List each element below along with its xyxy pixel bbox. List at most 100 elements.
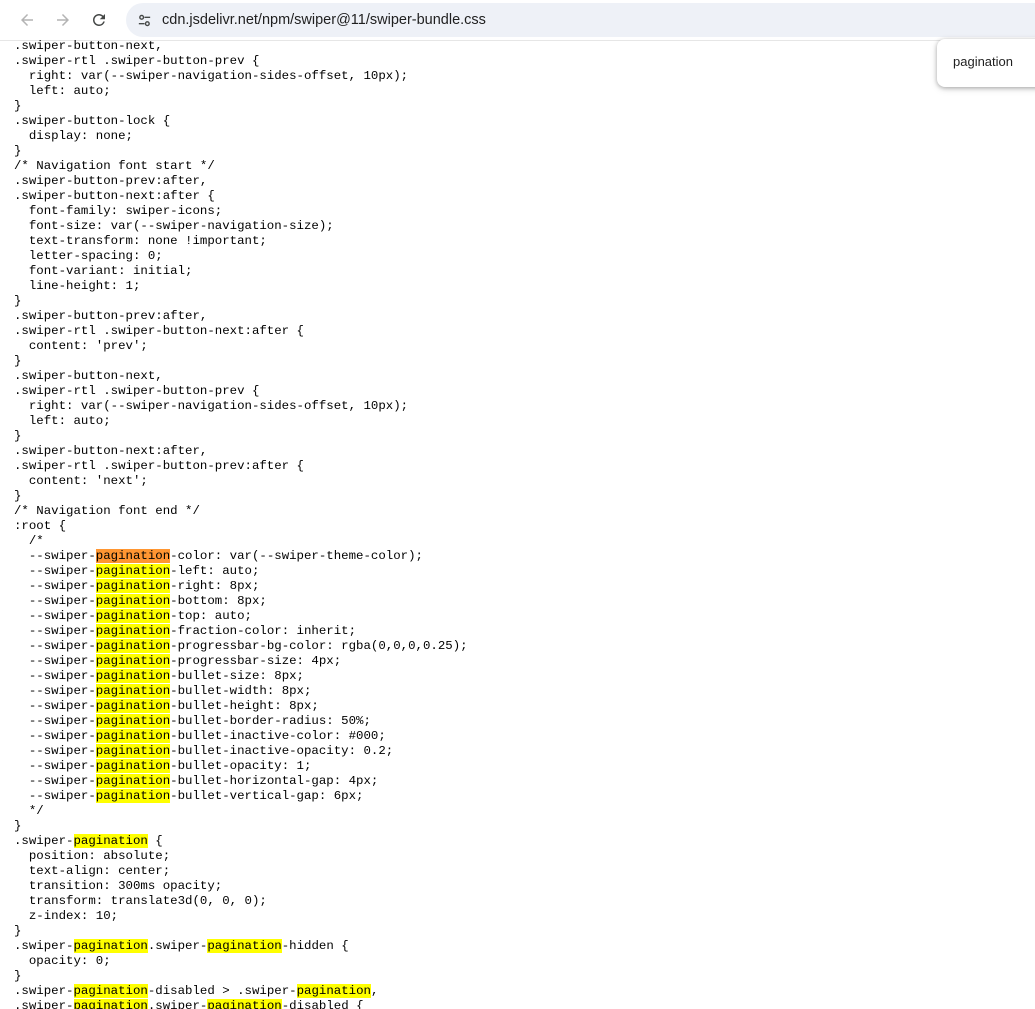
code-line: letter-spacing: 0; bbox=[14, 249, 468, 264]
code-text: -bullet-opacity: 1; bbox=[170, 759, 312, 773]
code-line: /* Navigation font start */ bbox=[14, 159, 468, 174]
code-text: } bbox=[14, 99, 22, 113]
code-text: .swiper-button-next:after, bbox=[14, 444, 208, 458]
code-text: left: auto; bbox=[14, 414, 111, 428]
code-text: .swiper-rtl .swiper-button-prev { bbox=[14, 384, 260, 398]
code-line: text-transform: none !important; bbox=[14, 234, 468, 249]
code-line: --swiper-pagination-progressbar-size: 4p… bbox=[14, 654, 468, 669]
search-match: pagination bbox=[95, 789, 171, 803]
code-text: -bullet-vertical-gap: 6px; bbox=[170, 789, 364, 803]
find-input[interactable]: pagination bbox=[953, 39, 1013, 85]
forward-button[interactable] bbox=[49, 6, 77, 34]
search-match: pagination bbox=[73, 939, 148, 953]
code-text: .swiper-button-next, bbox=[14, 369, 163, 383]
code-text: --swiper- bbox=[14, 714, 96, 728]
code-line: font-size: var(--swiper-navigation-size)… bbox=[14, 219, 468, 234]
code-text: transform: translate3d(0, 0, 0); bbox=[14, 894, 267, 908]
code-line: --swiper-pagination-bullet-inactive-opac… bbox=[14, 744, 468, 759]
code-text: --swiper- bbox=[14, 639, 96, 653]
code-text: --swiper- bbox=[14, 579, 96, 593]
code-text: .swiper-rtl .swiper-button-next:after { bbox=[14, 324, 304, 338]
code-text: .swiper- bbox=[14, 984, 74, 998]
code-text: line-height: 1; bbox=[14, 279, 141, 293]
code-text: -bullet-inactive-color: #000; bbox=[170, 729, 386, 743]
code-line: right: var(--swiper-navigation-sides-off… bbox=[14, 69, 468, 84]
code-line: transition: 300ms opacity; bbox=[14, 879, 468, 894]
code-text: transition: 300ms opacity; bbox=[14, 879, 223, 893]
search-match: pagination bbox=[95, 684, 171, 698]
code-line: .swiper-pagination.swiper-pagination-hid… bbox=[14, 939, 468, 954]
code-line: .swiper-pagination.swiper-pagination-dis… bbox=[14, 999, 468, 1009]
reload-button[interactable] bbox=[85, 6, 113, 34]
address-bar[interactable]: cdn.jsdelivr.net/npm/swiper@11/swiper-bu… bbox=[126, 3, 1035, 37]
code-line: .swiper-button-next:after { bbox=[14, 189, 468, 204]
code-text: .swiper-rtl .swiper-button-prev { bbox=[14, 54, 260, 68]
code-line: .swiper-button-next:after, bbox=[14, 444, 468, 459]
code-line: .swiper-pagination { bbox=[14, 834, 468, 849]
code-text: .swiper- bbox=[14, 939, 74, 953]
code-text: /* Navigation font end */ bbox=[14, 504, 200, 518]
code-line: --swiper-pagination-bullet-horizontal-ga… bbox=[14, 774, 468, 789]
code-text: .swiper- bbox=[147, 939, 208, 953]
code-text: --swiper- bbox=[14, 654, 96, 668]
code-text: text-align: center; bbox=[14, 864, 171, 878]
code-line: --swiper-pagination-bullet-height: 8px; bbox=[14, 699, 468, 714]
code-line: :root { bbox=[14, 519, 468, 534]
search-match: pagination bbox=[95, 594, 171, 608]
search-match: pagination bbox=[73, 984, 148, 998]
code-line: --swiper-pagination-bullet-opacity: 1; bbox=[14, 759, 468, 774]
code-text: right: var(--swiper-navigation-sides-off… bbox=[14, 399, 409, 413]
code-text: } bbox=[14, 819, 22, 833]
code-line: opacity: 0; bbox=[14, 954, 468, 969]
code-text: left: auto; bbox=[14, 84, 111, 98]
code-text: } bbox=[14, 489, 22, 503]
code-line: } bbox=[14, 294, 468, 309]
code-text: z-index: 10; bbox=[14, 909, 119, 923]
code-text: -bullet-inactive-opacity: 0.2; bbox=[170, 744, 394, 758]
code-text: .swiper- bbox=[147, 999, 208, 1009]
code-line: --swiper-pagination-bullet-width: 8px; bbox=[14, 684, 468, 699]
browser-toolbar: cdn.jsdelivr.net/npm/swiper@11/swiper-bu… bbox=[0, 0, 1035, 41]
code-line: } bbox=[14, 144, 468, 159]
code-line: } bbox=[14, 354, 468, 369]
code-line: .swiper-button-next, bbox=[14, 40, 468, 54]
code-line: content: 'prev'; bbox=[14, 339, 468, 354]
code-line: --swiper-pagination-right: 8px; bbox=[14, 579, 468, 594]
code-text: .swiper-button-lock { bbox=[14, 114, 171, 128]
code-line: .swiper-rtl .swiper-button-prev { bbox=[14, 54, 468, 69]
code-text: -hidden { bbox=[281, 939, 349, 953]
search-match: pagination bbox=[95, 579, 171, 593]
code-line: } bbox=[14, 924, 468, 939]
url-text[interactable]: cdn.jsdelivr.net/npm/swiper@11/swiper-bu… bbox=[162, 3, 486, 37]
code-line: position: absolute; bbox=[14, 849, 468, 864]
code-text: .swiper-button-prev:after, bbox=[14, 174, 208, 188]
code-text: -bullet-border-radius: 50%; bbox=[170, 714, 371, 728]
site-info-button[interactable] bbox=[132, 8, 156, 32]
code-line: .swiper-rtl .swiper-button-prev:after { bbox=[14, 459, 468, 474]
search-match: pagination bbox=[95, 669, 171, 683]
code-line: line-height: 1; bbox=[14, 279, 468, 294]
code-text: letter-spacing: 0; bbox=[14, 249, 163, 263]
find-in-page-bar: pagination bbox=[937, 39, 1035, 87]
search-match: pagination bbox=[95, 699, 171, 713]
code-line: font-family: swiper-icons; bbox=[14, 204, 468, 219]
code-text: content: 'prev'; bbox=[14, 339, 148, 353]
code-line: } bbox=[14, 429, 468, 444]
code-line: display: none; bbox=[14, 129, 468, 144]
code-text: --swiper- bbox=[14, 789, 96, 803]
search-match: pagination bbox=[95, 774, 171, 788]
back-button[interactable] bbox=[13, 6, 41, 34]
code-line: .swiper-button-prev:after, bbox=[14, 174, 468, 189]
code-line: .swiper-button-next, bbox=[14, 369, 468, 384]
code-text: /* Navigation font start */ bbox=[14, 159, 215, 173]
code-line: /* Navigation font end */ bbox=[14, 504, 468, 519]
code-text: -bullet-height: 8px; bbox=[170, 699, 319, 713]
code-text: -fraction-color: inherit; bbox=[170, 624, 357, 638]
code-text: position: absolute; bbox=[14, 849, 171, 863]
code-text: display: none; bbox=[14, 129, 133, 143]
code-line: .swiper-rtl .swiper-button-prev { bbox=[14, 384, 468, 399]
code-text: -color: var(--swiper-theme-color); bbox=[170, 549, 423, 563]
search-match: pagination bbox=[207, 939, 282, 953]
search-match: pagination bbox=[95, 654, 171, 668]
code-line: content: 'next'; bbox=[14, 474, 468, 489]
